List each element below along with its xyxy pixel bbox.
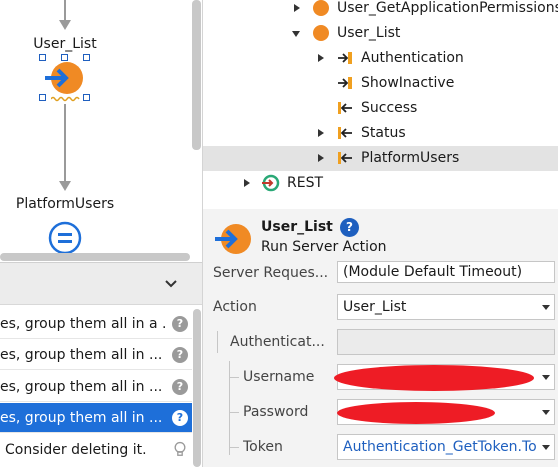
action-dropdown[interactable]: User_List xyxy=(337,294,555,320)
tree-item-label: ShowInactive xyxy=(361,75,455,91)
server-request-timeout-label: Server Reques... xyxy=(213,265,329,281)
list-item[interactable]: Consider deleting it. xyxy=(0,435,192,465)
tree-item-label: REST xyxy=(287,175,324,191)
authentication-label: Authenticat... xyxy=(230,334,325,350)
expand-icon[interactable] xyxy=(318,154,324,162)
list-item[interactable]: es, group them all in a ... ? xyxy=(0,309,192,339)
tree-item-label: Status xyxy=(361,125,406,141)
tree-item-label: User_List xyxy=(337,25,401,41)
server-request-timeout-field[interactable]: (Module Default Timeout) xyxy=(337,261,555,283)
list-item-text: es, group them all in a ... xyxy=(0,316,166,332)
assign-node-icon[interactable] xyxy=(47,220,83,256)
help-icon[interactable]: ? xyxy=(172,410,188,426)
list-item-selected[interactable]: es, group them all in ... ? xyxy=(0,403,192,433)
property-guide-line xyxy=(217,331,218,353)
token-value: Authentication_GetToken.To xyxy=(343,439,537,455)
redaction-mark xyxy=(334,365,534,391)
expand-icon[interactable] xyxy=(318,54,324,62)
chevron-down-icon xyxy=(542,445,550,450)
node-label-platform-users[interactable]: PlatformUsers xyxy=(0,196,135,212)
input-parameter-icon xyxy=(338,52,352,64)
tree-item-label: User_GetApplicationPermissions xyxy=(337,0,558,16)
expand-icon[interactable] xyxy=(294,4,300,12)
list-item-text: Consider deleting it. xyxy=(5,442,147,458)
rest-icon xyxy=(262,174,280,192)
list-item-text: es, group them all in ... xyxy=(0,379,163,395)
redaction-mark xyxy=(337,402,495,424)
help-icon[interactable]: ? xyxy=(340,218,359,237)
server-action-icon xyxy=(313,25,329,41)
selection-handle[interactable] xyxy=(83,94,90,101)
token-field[interactable]: Authentication_GetToken.To xyxy=(337,434,555,460)
tree-item-rest[interactable]: REST xyxy=(203,171,558,196)
server-action-icon xyxy=(313,0,329,16)
output-parameter-icon xyxy=(338,102,352,114)
tree-item-user-list[interactable]: User_List xyxy=(203,21,558,46)
properties-title: User_List xyxy=(261,219,333,235)
truechange-header xyxy=(0,262,202,304)
list-item[interactable]: es, group them all in ... ? xyxy=(0,340,192,370)
flow-connector-top xyxy=(64,0,66,22)
truechange-list: es, group them all in a ... ? es, group … xyxy=(0,304,202,467)
help-icon[interactable]: ? xyxy=(172,316,188,332)
username-label: Username xyxy=(243,369,315,385)
node-label-user-list[interactable]: User_List xyxy=(0,36,135,52)
output-parameter-icon xyxy=(338,127,352,139)
help-icon[interactable]: ? xyxy=(172,347,188,363)
token-label: Token xyxy=(243,439,283,455)
expand-icon[interactable] xyxy=(318,129,324,137)
chevron-down-icon xyxy=(542,305,550,310)
properties-panel: User_List ? Run Server Action Server Req… xyxy=(203,209,558,467)
selection-handle[interactable] xyxy=(83,54,90,61)
flow-arrow-middle xyxy=(59,181,71,191)
selection-handle[interactable] xyxy=(39,54,46,61)
flow-canvas[interactable]: User_List PlatformUsers xyxy=(0,0,202,262)
server-action-icon xyxy=(215,224,251,254)
property-guide-line xyxy=(229,447,239,448)
list-item[interactable]: es, group them all in ... ? xyxy=(0,372,192,402)
properties-subtitle: Run Server Action xyxy=(261,239,387,255)
tree-item-platformusers[interactable]: PlatformUsers xyxy=(203,146,558,171)
action-label: Action xyxy=(213,299,257,315)
tree-item-label: Success xyxy=(361,100,418,116)
collapse-icon[interactable] xyxy=(292,31,300,37)
chevron-down-icon[interactable] xyxy=(162,275,180,293)
selection-handle[interactable] xyxy=(39,94,46,101)
help-icon[interactable]: ? xyxy=(172,379,188,395)
password-label: Password xyxy=(243,404,309,420)
tree-item-user-getapplicationpermissions[interactable]: User_GetApplicationPermissions xyxy=(203,0,558,21)
tree-item-authentication[interactable]: Authentication xyxy=(203,46,558,71)
list-item-text: es, group them all in ... xyxy=(0,347,163,363)
elements-tree: User_GetApplicationPermissions User_List… xyxy=(203,0,558,200)
lightbulb-icon xyxy=(174,441,186,456)
tree-item-status[interactable]: Status xyxy=(203,121,558,146)
input-parameter-icon xyxy=(338,77,352,89)
server-action-icon xyxy=(45,62,83,94)
selection-handle[interactable] xyxy=(61,54,68,61)
flow-connector-middle xyxy=(64,104,66,182)
authentication-field[interactable] xyxy=(337,329,555,355)
output-parameter-icon xyxy=(338,152,352,164)
flow-arrow-top xyxy=(59,20,71,30)
property-guide-line xyxy=(229,412,239,413)
property-guide-line xyxy=(229,377,239,378)
expand-icon[interactable] xyxy=(244,179,250,187)
tree-item-success[interactable]: Success xyxy=(203,96,558,121)
truechange-scrollbar[interactable] xyxy=(193,309,201,467)
chevron-down-icon xyxy=(542,375,550,380)
action-value: User_List xyxy=(343,299,407,315)
tree-item-label: Authentication xyxy=(361,50,464,66)
canvas-horizontal-scrollbar[interactable] xyxy=(0,253,190,261)
tree-item-showinactive[interactable]: ShowInactive xyxy=(203,71,558,96)
chevron-down-icon xyxy=(542,410,550,415)
list-item-text: es, group them all in ... xyxy=(0,410,163,426)
warning-squiggle-icon xyxy=(51,96,80,102)
server-action-node[interactable] xyxy=(39,54,90,102)
property-guide-line xyxy=(229,361,230,455)
tree-item-label: PlatformUsers xyxy=(361,150,460,166)
canvas-vertical-scrollbar[interactable] xyxy=(192,0,201,150)
